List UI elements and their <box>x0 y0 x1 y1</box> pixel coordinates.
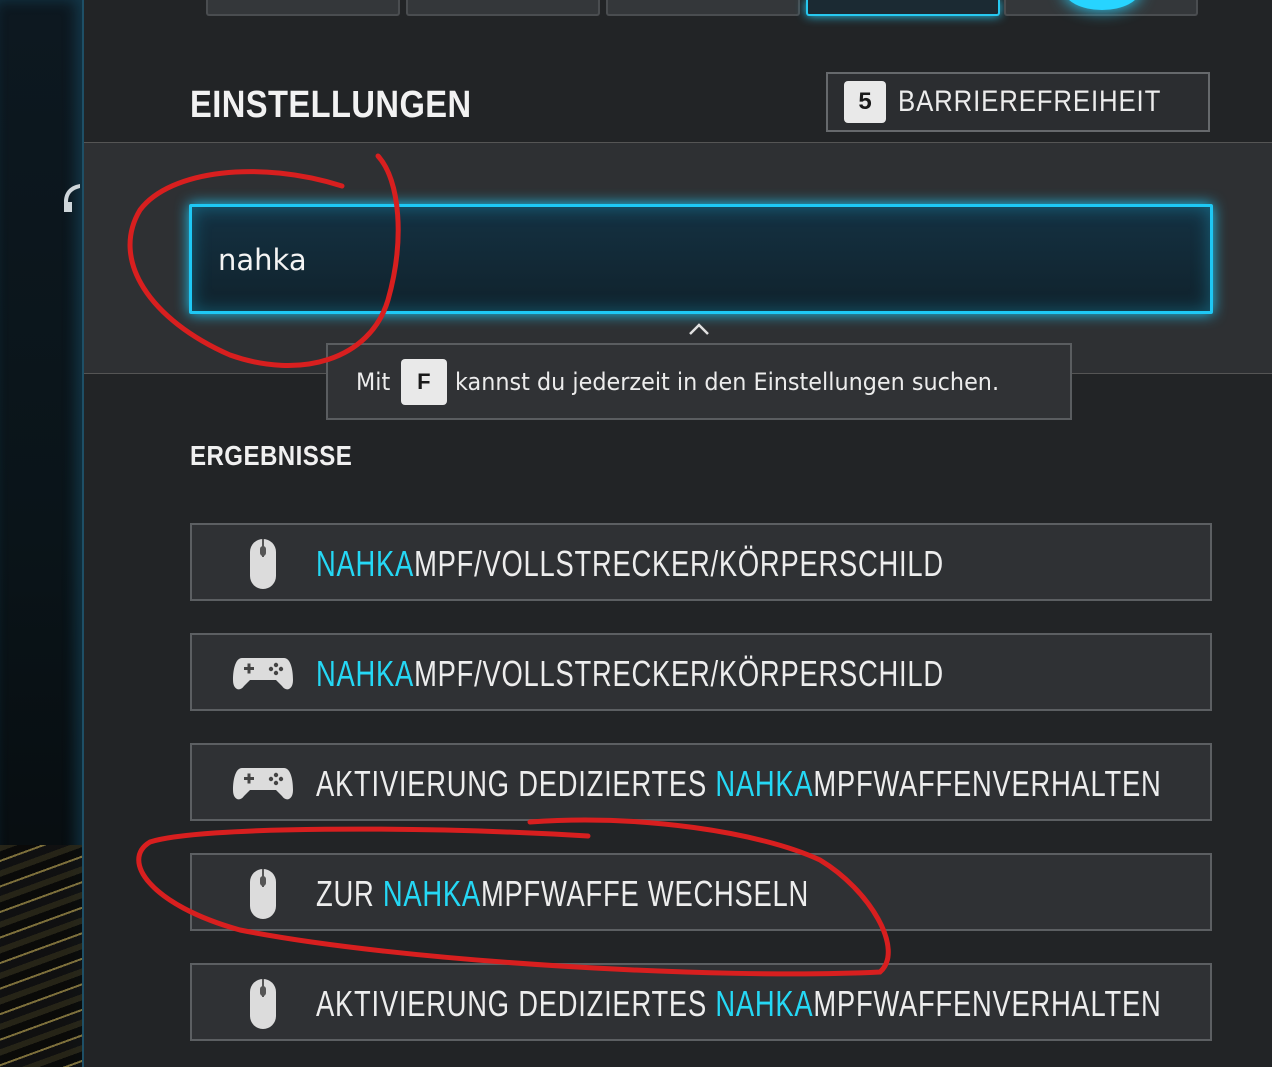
top-tab-active[interactable] <box>806 0 1000 16</box>
result-label: AKTIVIERUNG DEDIZIERTES NAHKAMPFWAFFENVE… <box>316 983 1162 1024</box>
search-match-highlight: NAHKA <box>382 873 481 914</box>
top-tab-1[interactable] <box>206 0 400 16</box>
top-tab-3[interactable] <box>606 0 800 16</box>
headset-icon[interactable] <box>60 178 84 222</box>
top-tab-2[interactable] <box>406 0 600 16</box>
mouse-icon <box>228 867 298 921</box>
result-row[interactable]: AKTIVIERUNG DEDIZIERTES NAHKAMPFWAFFENVE… <box>190 963 1212 1041</box>
mouse-icon <box>228 977 298 1031</box>
search-hint-tooltip: Mit F kannst du jederzeit in den Einstel… <box>326 343 1072 420</box>
search-input[interactable] <box>218 243 1118 277</box>
tooltip-text-after: kannst du jederzeit in den Einstellungen… <box>454 367 999 396</box>
result-row[interactable]: ZUR NAHKAMPFWAFFE WECHSELN <box>190 853 1212 931</box>
result-label: NAHKAMPF/VOLLSTRECKER/KÖRPERSCHILD <box>316 543 944 584</box>
search-match-highlight: NAHKA <box>316 543 415 584</box>
result-row[interactable]: AKTIVIERUNG DEDIZIERTES NAHKAMPFWAFFENVE… <box>190 743 1212 821</box>
mouse-icon <box>228 537 298 591</box>
result-label: NAHKAMPF/VOLLSTRECKER/KÖRPERSCHILD <box>316 653 944 694</box>
result-label: AKTIVIERUNG DEDIZIERTES NAHKAMPFWAFFENVE… <box>316 763 1162 804</box>
search-field[interactable] <box>189 204 1213 314</box>
accessibility-label: BARRIEREFREIHEIT <box>898 85 1162 118</box>
result-row[interactable]: NAHKAMPF/VOLLSTRECKER/KÖRPERSCHILD <box>190 633 1212 711</box>
key-hint-f: F <box>400 358 447 405</box>
left-side-strip <box>0 0 84 1067</box>
search-match-highlight: NAHKA <box>316 653 415 694</box>
background-artwork <box>0 845 82 1067</box>
accessibility-button[interactable]: 5 BARRIEREFREIHEIT <box>826 72 1210 132</box>
controller-icon <box>228 647 298 701</box>
result-label: ZUR NAHKAMPFWAFFE WECHSELN <box>316 873 810 914</box>
key-hint-5: 5 <box>844 81 886 123</box>
page-title: EINSTELLUNGEN <box>190 84 472 126</box>
controller-icon <box>228 757 298 811</box>
search-match-highlight: NAHKA <box>715 763 814 804</box>
chevron-up-icon <box>689 323 709 335</box>
results-heading: ERGEBNISSE <box>190 440 353 471</box>
search-match-highlight: NAHKA <box>715 983 814 1024</box>
tooltip-text-before: Mit <box>356 367 391 396</box>
result-row[interactable]: NAHKAMPF/VOLLSTRECKER/KÖRPERSCHILD <box>190 523 1212 601</box>
